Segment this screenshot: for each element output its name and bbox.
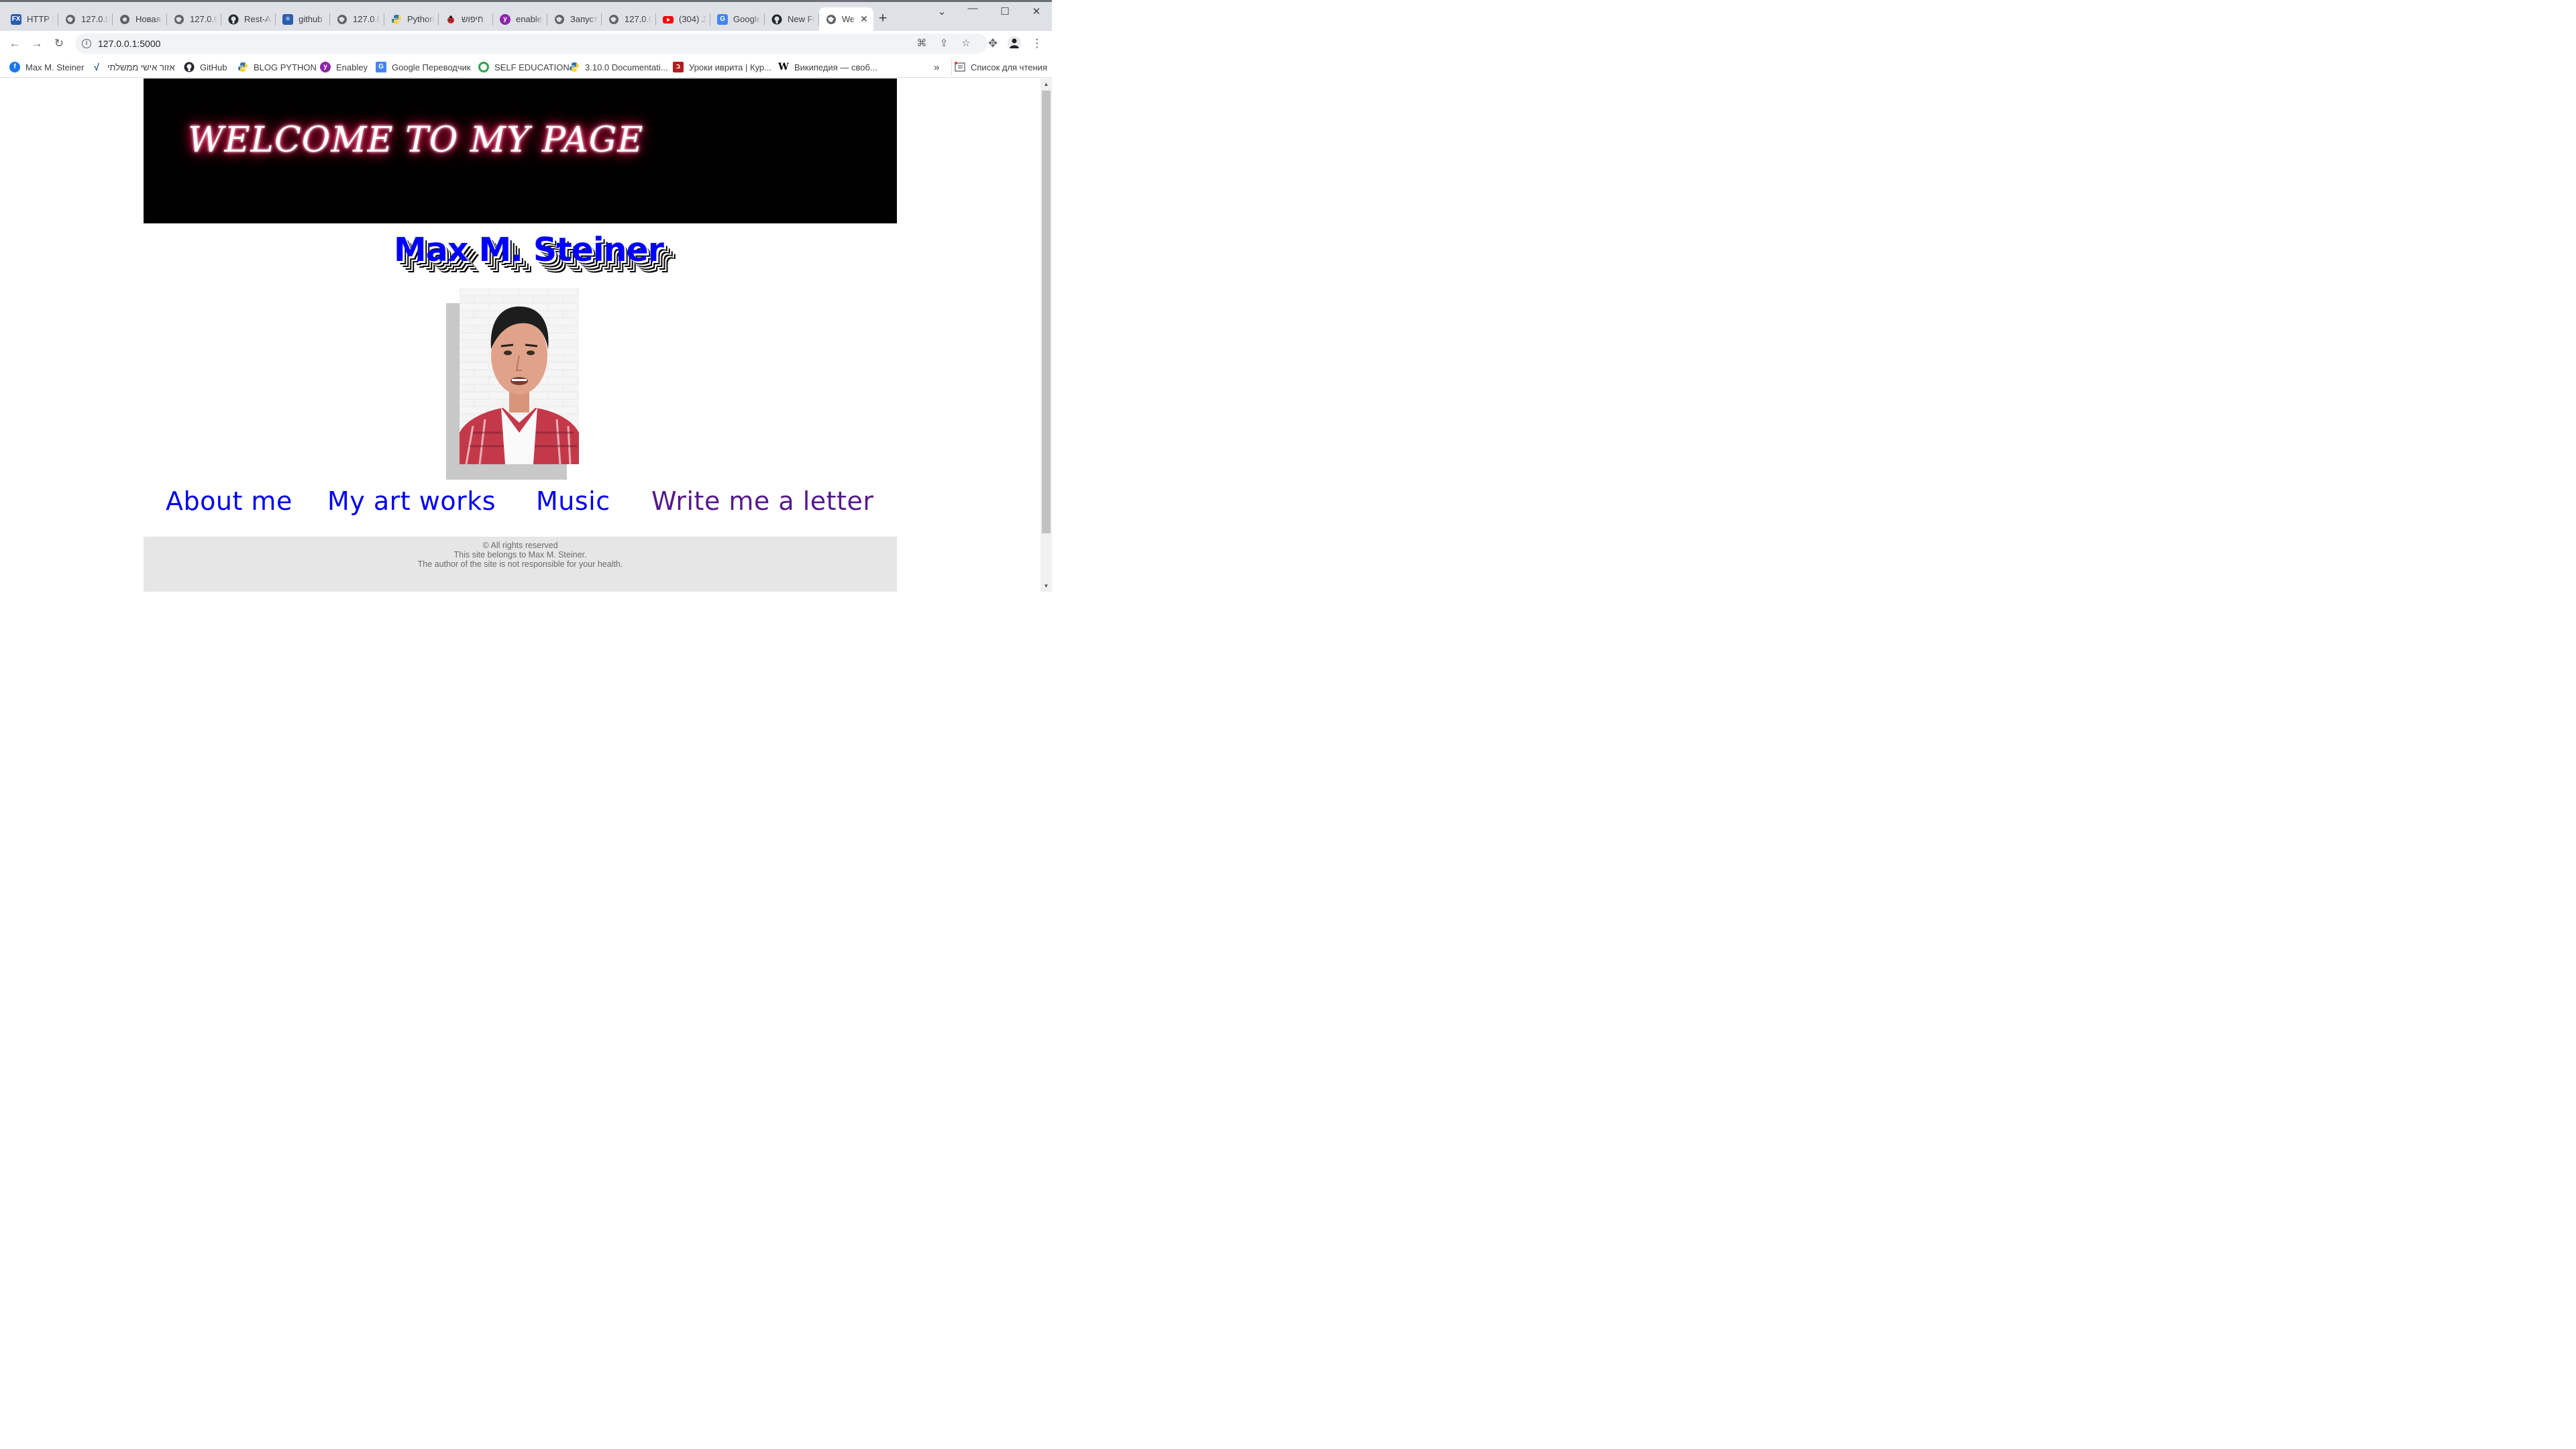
bookmarks-bar: f Max M. Steiner √ אזור אישי ממשלתי GitHub… — [0, 56, 1052, 78]
forward-icon[interactable]: → — [30, 36, 44, 51]
python-icon — [391, 14, 402, 25]
ladybug-icon — [445, 14, 456, 25]
fx-icon: FX — [11, 13, 21, 25]
bookmark-item[interactable]: SELF EDUCATION — [478, 60, 570, 74]
tab-list: FXHTTP S 127.0.0 Новая 127.0.0 Rest-AP ≡… — [4, 7, 873, 31]
profile-avatar[interactable] — [1007, 36, 1022, 51]
bookmark-item[interactable]: √ אזור אישי ממשלתי — [91, 60, 174, 74]
globe-icon — [65, 14, 76, 25]
enabley-icon: y — [320, 62, 331, 72]
close-tab-icon[interactable]: ✕ — [859, 13, 869, 25]
page-viewport: WELCOME TO MY PAGE Max M. Steiner About … — [0, 78, 1040, 592]
google-translate-icon: G — [717, 13, 728, 25]
bookmark-star-icon[interactable]: ☆ — [959, 37, 973, 50]
gov-icon: √ — [94, 62, 99, 72]
back-icon[interactable]: ← — [7, 36, 22, 51]
maximize-button[interactable]: ☐ — [997, 5, 1013, 17]
scrollbar-thumb[interactable] — [1042, 91, 1051, 533]
youtube-icon — [663, 14, 674, 25]
nav-write-letter[interactable]: Write me a letter — [651, 486, 873, 516]
address-url[interactable]: 127.0.0.1:5000 — [98, 38, 160, 49]
browser-tab[interactable]: Новая — [113, 7, 167, 31]
browser-tab-active[interactable]: We ✕ — [819, 7, 873, 31]
wikipedia-icon: W — [778, 62, 789, 72]
page-title: Max M. Steiner — [394, 231, 664, 269]
bookmark-item[interactable]: y Enabley — [320, 60, 368, 74]
github-icon — [184, 62, 195, 72]
hero-banner: WELCOME TO MY PAGE — [144, 78, 897, 223]
bookmark-item[interactable]: f Max M. Steiner — [9, 60, 84, 74]
scroll-down-arrow-icon[interactable]: ▼ — [1040, 580, 1052, 592]
facebook-icon: f — [9, 62, 20, 72]
globe-icon — [554, 14, 565, 25]
footer-copyright: © All rights reserved — [482, 541, 558, 550]
tab-strip-edge — [0, 0, 1052, 2]
browser-tab-strip: FXHTTP S 127.0.0 Новая 127.0.0 Rest-AP ≡… — [0, 0, 1052, 31]
nav-about-me[interactable]: About me — [166, 486, 292, 516]
github-icon — [771, 14, 782, 25]
share-icon[interactable]: ⇪ — [937, 37, 951, 50]
reading-list-button[interactable]: Список для чтения — [955, 60, 1047, 74]
bookmark-item[interactable]: ב Уроки иврита | Кур... — [673, 60, 771, 74]
hero-title: WELCOME TO MY PAGE — [188, 120, 644, 160]
browser-tab[interactable]: Запуст — [547, 7, 602, 31]
site-info-icon[interactable]: i — [82, 39, 91, 48]
reading-list-icon — [955, 62, 965, 72]
bookmarks-divider — [951, 59, 952, 75]
page-scrollbar[interactable]: ▲ ▼ — [1040, 78, 1052, 592]
stackoverflow-icon: ≡ — [282, 13, 293, 25]
extensions-icon[interactable]: ✥ — [985, 36, 1000, 51]
github-icon — [228, 14, 239, 25]
bookmark-item[interactable]: 3.10.0 Documentati... — [569, 60, 668, 74]
nav-art-works[interactable]: My art works — [327, 486, 496, 516]
bookmark-item[interactable]: BLOG PYTHON — [237, 60, 317, 74]
footer-owner: This site belongs to Max M. Steiner. — [453, 550, 587, 559]
browser-tab[interactable]: (304) JV — [656, 7, 710, 31]
translate-icon[interactable]: ⌘ — [915, 37, 928, 50]
bookmark-item[interactable]: G Google Переводчик — [376, 60, 471, 74]
python-icon — [237, 62, 248, 72]
globe-icon — [174, 14, 184, 25]
new-tab-button[interactable]: + — [875, 11, 890, 27]
more-bookmarks-button[interactable]: » — [934, 60, 939, 74]
browser-tab[interactable]: חיפוש — [439, 7, 493, 31]
google-translate-icon: G — [376, 62, 386, 72]
footer-disclaimer: The author of the site is not responsibl… — [417, 559, 623, 569]
chrome-icon — [119, 14, 130, 25]
nav-music[interactable]: Music — [536, 486, 610, 516]
python-icon — [569, 62, 580, 72]
address-bar[interactable]: i 127.0.0.1:5000 ⌘ ⇪ ☆ — [75, 34, 987, 54]
reload-icon[interactable]: ↻ — [52, 36, 66, 51]
browser-tab[interactable]: ≡ github — [276, 7, 330, 31]
tab-search-icon[interactable]: ⌄ — [934, 5, 950, 17]
globe-icon — [826, 14, 837, 25]
browser-tab[interactable]: 127.0.0 — [58, 7, 113, 31]
browser-tab[interactable]: FXHTTP S — [4, 7, 58, 31]
browser-tab[interactable]: G Google — [710, 7, 765, 31]
browser-tab[interactable]: Rest-AP — [221, 7, 276, 31]
scroll-up-arrow-icon[interactable]: ▲ — [1040, 78, 1052, 90]
browser-toolbar: ← → ↻ i 127.0.0.1:5000 ⌘ ⇪ ☆ ✥ ⋮ — [0, 31, 1052, 56]
minimize-button[interactable]: — — [965, 3, 981, 14]
browser-tab[interactable]: 127.0.0 — [602, 7, 656, 31]
browser-tab[interactable]: y enabley — [493, 7, 547, 31]
profile-photo — [460, 288, 579, 464]
browser-tab[interactable]: New Fi — [765, 7, 819, 31]
browser-tab[interactable]: 127.0.0 — [167, 7, 221, 31]
close-window-button[interactable]: ✕ — [1028, 5, 1044, 17]
hebrew-lessons-icon: ב — [673, 62, 684, 72]
globe-icon — [608, 14, 619, 25]
browser-tab[interactable]: 127.0.0 — [330, 7, 384, 31]
self-education-icon — [478, 62, 489, 72]
bookmark-item[interactable]: GitHub — [184, 60, 227, 74]
bookmark-item[interactable]: W Википедия — своб... — [778, 60, 877, 74]
browser-tab[interactable]: Python — [384, 7, 439, 31]
globe-icon — [337, 14, 347, 25]
browser-menu-icon[interactable]: ⋮ — [1030, 36, 1044, 51]
enabley-icon: y — [500, 13, 511, 25]
page-footer: © All rights reserved This site belongs … — [144, 537, 897, 592]
